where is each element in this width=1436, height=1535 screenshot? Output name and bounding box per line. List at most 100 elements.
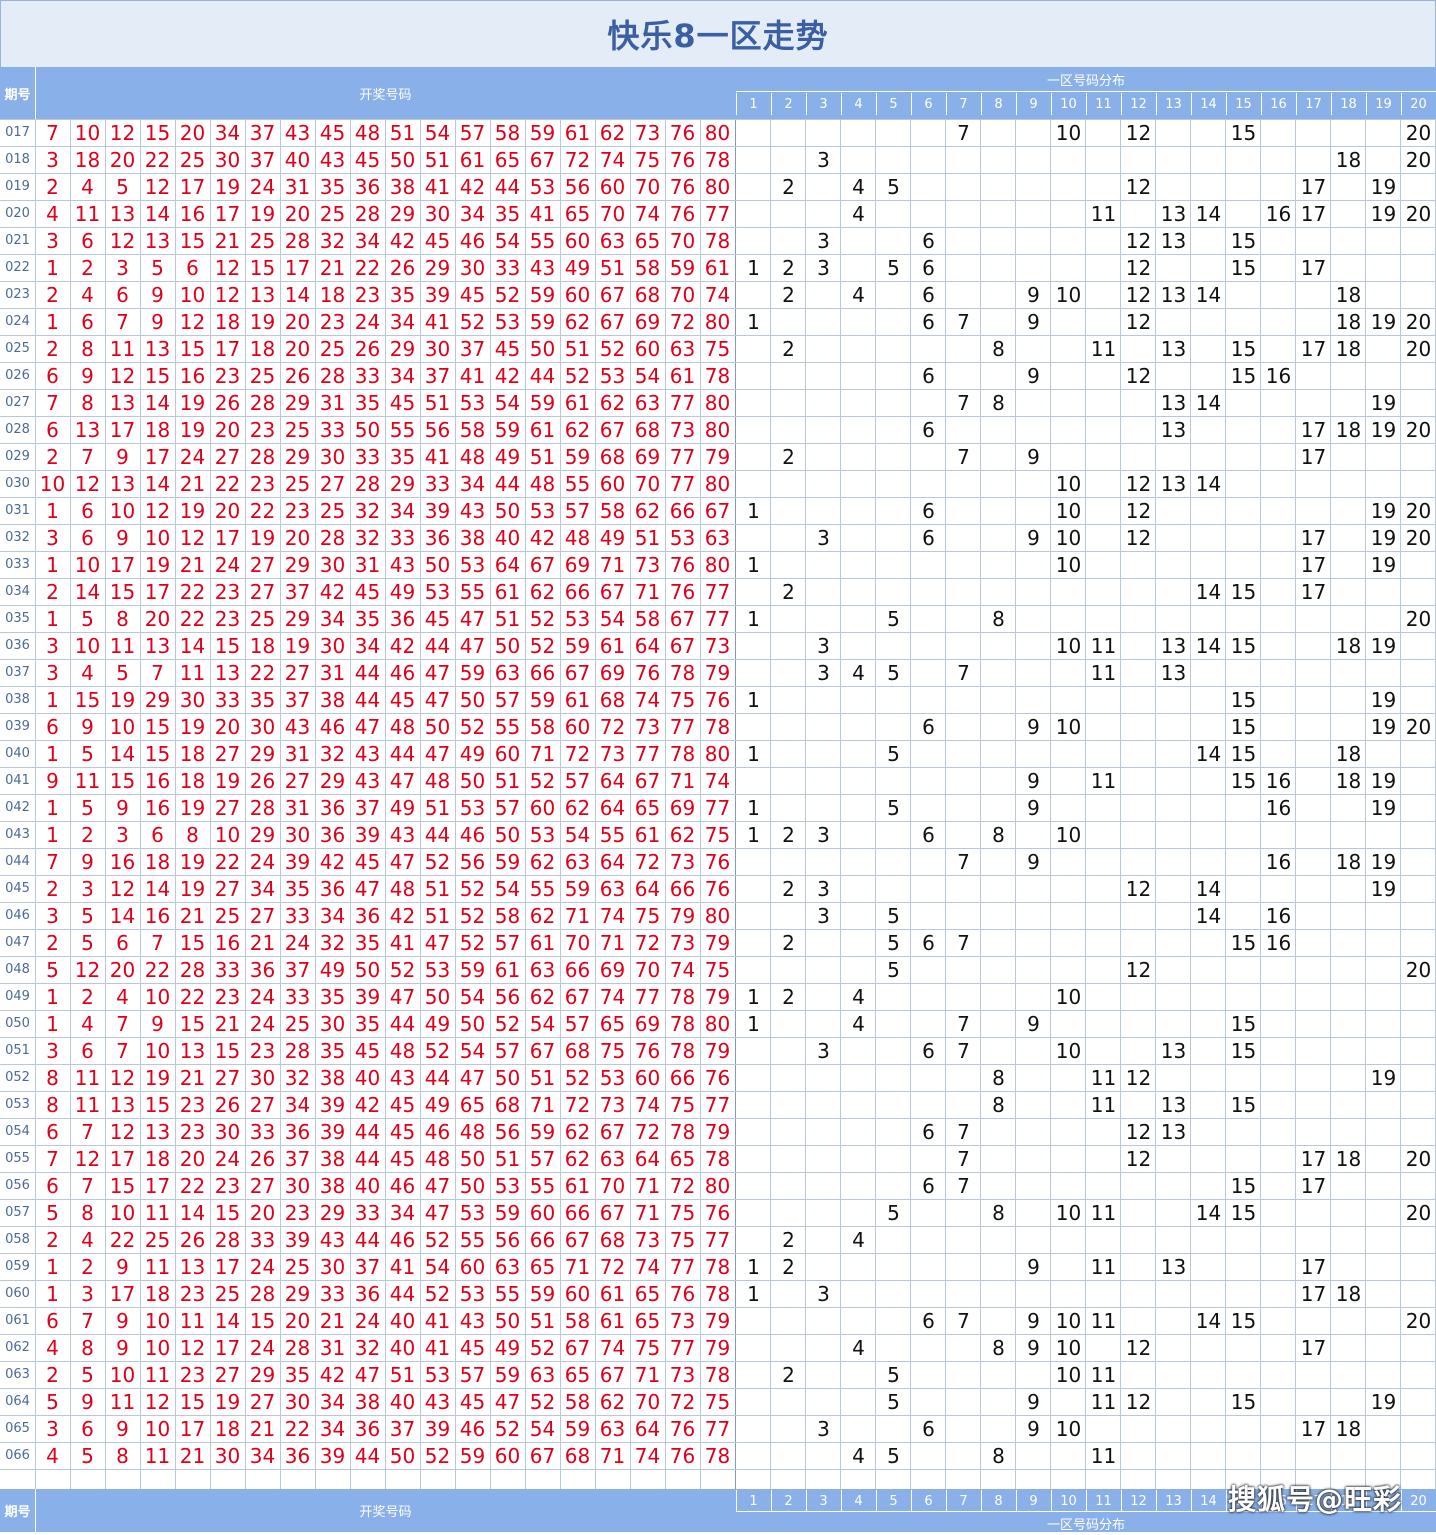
zone-number: 19 [1370,390,1397,415]
zone-number: 12 [1125,1389,1152,1414]
draw-number: 46 [389,1173,416,1198]
header-zone-col: 7 [959,96,968,112]
header-col-separator [876,1490,877,1512]
draw-number: 52 [494,1011,521,1036]
table-row: 055 7 12 17 18 20 24 26 37 38 44 45 48 50 51 57 62 63 64 65… [0,1145,1436,1172]
period-cell: 026 [5,368,30,383]
zone-number: 20 [1405,525,1432,550]
draw-number: 20 [214,417,241,442]
draw-number: 37 [284,957,311,982]
draw-number: 22 [354,255,381,280]
zone-number: 13 [1160,633,1187,658]
draw-number: 46 [459,228,486,253]
draw-number: 18 [249,336,276,361]
zone-number: 9 [1027,525,1040,550]
zone-number: 5 [887,741,900,766]
zone-number: 11 [1090,1200,1117,1225]
zone-number: 19 [1370,1389,1397,1414]
draw-number: 67 [564,984,591,1009]
draw-number: 20 [214,714,241,739]
draw-number: 58 [529,714,556,739]
draw-number: 26 [354,336,381,361]
draw-number: 65 [459,1092,486,1117]
zone-number: 16 [1265,930,1292,955]
draw-number: 57 [529,1146,556,1171]
draw-number: 6 [116,930,129,955]
draw-number: 61 [599,1308,626,1333]
draw-number: 20 [214,498,241,523]
draw-number: 78 [704,147,731,172]
draw-number: 50 [389,1443,416,1468]
watermark: 搜狐号@旺彩 [1227,1483,1402,1516]
zone-number: 6 [922,417,935,442]
draw-number: 70 [669,282,696,307]
draw-number: 55 [529,1173,556,1198]
header-zone-col: 9 [1029,96,1038,112]
draw-number: 33 [284,984,311,1009]
draw-number: 29 [319,768,346,793]
draw-number: 21 [179,1443,206,1468]
draw-number: 29 [389,471,416,496]
draw-number: 62 [564,1119,591,1144]
zone-number: 4 [852,282,865,307]
draw-number: 14 [144,471,171,496]
draw-number: 36 [354,1281,381,1306]
draw-number: 3 [46,903,59,928]
draw-number: 70 [634,1389,661,1414]
period-cell: 040 [5,746,30,761]
header-numbers-label: 开奖号码 [359,88,412,103]
header-col-separator [1366,93,1367,115]
zone-number: 12 [1125,228,1152,253]
header-col-separator [841,93,842,115]
draw-number: 52 [424,1038,451,1063]
draw-number: 9 [151,1011,164,1036]
header-col-separator [1016,1490,1017,1512]
zone-number: 16 [1265,903,1292,928]
draw-number: 59 [669,255,696,280]
draw-number: 21 [179,471,206,496]
draw-number: 21 [179,903,206,928]
draw-number: 74 [704,768,731,793]
draw-number: 33 [354,1200,381,1225]
draw-number: 76 [669,579,696,604]
table-row: 063 2 5 10 11 23 27 29 35 42 47 51 53 57 59 63 65 67 71 73 7… [0,1361,1436,1388]
zone-number: 17 [1300,1281,1327,1306]
draw-number: 66 [529,1227,556,1252]
draw-number: 39 [424,282,451,307]
header-zone-col: 12 [1130,1493,1147,1509]
draw-number: 10 [144,525,171,550]
draw-number: 50 [494,498,521,523]
draw-number: 42 [319,579,346,604]
draw-number: 33 [494,255,521,280]
draw-number: 65 [494,147,521,172]
draw-number: 63 [599,876,626,901]
draw-number: 1 [46,795,59,820]
draw-number: 67 [599,309,626,334]
zone-number: 11 [1090,633,1117,658]
draw-number: 10 [144,984,171,1009]
draw-number: 79 [704,1335,731,1360]
zone-number: 19 [1370,174,1397,199]
draw-number: 44 [424,633,451,658]
draw-number: 78 [669,1011,696,1036]
draw-number: 20 [284,1308,311,1333]
draw-number: 77 [669,714,696,739]
draw-number: 13 [144,1119,171,1144]
draw-number: 1 [46,687,59,712]
draw-number: 35 [354,1011,381,1036]
draw-number: 51 [424,795,451,820]
zone-number: 2 [782,174,795,199]
zone-number: 1 [747,1011,760,1036]
draw-number: 68 [599,444,626,469]
draw-number: 74 [634,687,661,712]
draw-number: 4 [81,282,94,307]
draw-number: 58 [494,120,521,145]
draw-number: 53 [564,606,591,631]
draw-number: 63 [634,390,661,415]
draw-number: 66 [564,579,591,604]
draw-number: 19 [214,1389,241,1414]
draw-number: 18 [249,633,276,658]
zone-number: 14 [1195,282,1222,307]
draw-number: 12 [179,309,206,334]
draw-number: 80 [704,471,731,496]
